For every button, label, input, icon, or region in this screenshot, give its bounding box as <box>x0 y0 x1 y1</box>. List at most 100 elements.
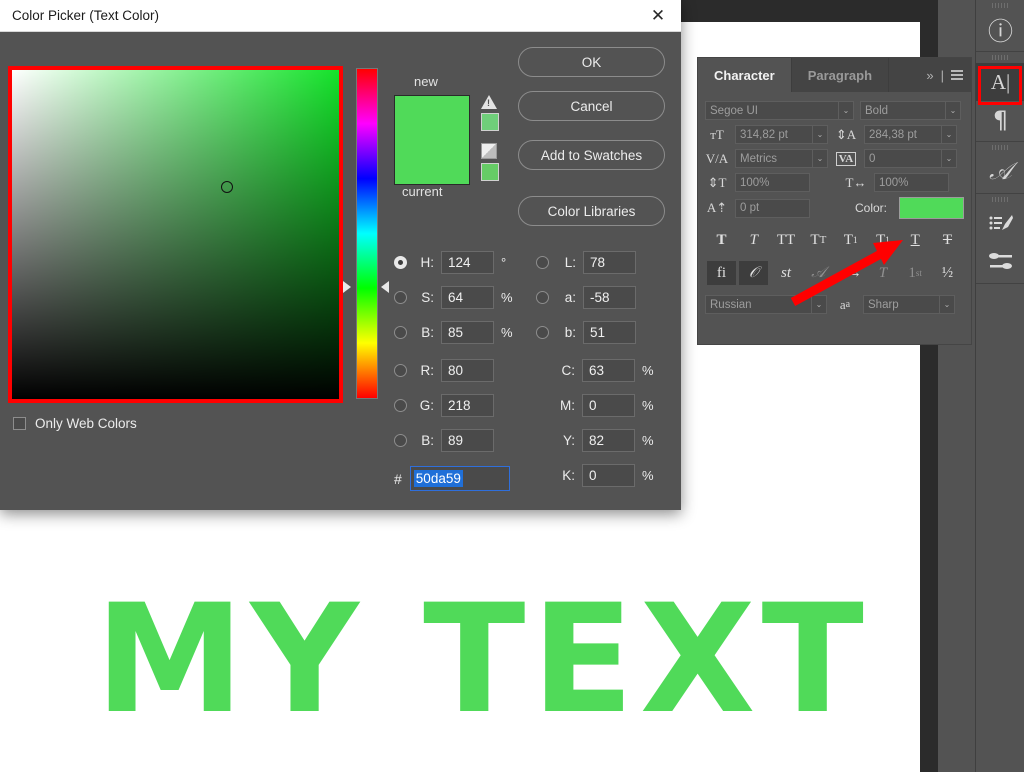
add-to-swatches-button[interactable]: Add to Swatches <box>518 140 665 170</box>
antialias-field[interactable]: Sharp ⌄ <box>863 295 955 314</box>
faux-bold-button[interactable]: T <box>707 228 736 252</box>
font-family-field[interactable]: Segoe UI ⌄ <box>705 101 854 120</box>
brush-presets-icon[interactable] <box>976 243 1024 281</box>
swash-button[interactable]: 𝒜 <box>804 261 833 285</box>
lab-a-radio[interactable] <box>536 291 549 304</box>
collapse-icon[interactable]: » <box>926 68 933 83</box>
font-size-field[interactable]: 314,82 pt ⌄ <box>735 125 828 144</box>
lab-a-input[interactable]: -58 <box>583 286 636 309</box>
green-input[interactable]: 218 <box>441 394 494 417</box>
type-style-row-1: T T TT TT T1 T1 T T <box>707 228 962 252</box>
web-safe-cube-icon[interactable] <box>481 143 497 159</box>
stylistic-alternates-button[interactable]: a→ <box>836 261 865 285</box>
font-style-field[interactable]: Bold ⌄ <box>860 101 961 120</box>
cyan-input[interactable]: 63 <box>582 359 635 382</box>
underline-button[interactable]: T <box>901 228 930 252</box>
color-libraries-button[interactable]: Color Libraries <box>518 196 665 226</box>
paragraph-panel-icon[interactable]: ¶ <box>976 101 1024 139</box>
hue-marker-right[interactable] <box>381 281 389 293</box>
faux-italic-button[interactable]: T <box>739 228 768 252</box>
rail-grip[interactable] <box>976 0 1024 11</box>
rail-grip[interactable] <box>976 142 1024 153</box>
horizontal-scale-icon: T↔ <box>845 174 867 190</box>
lab-b-input[interactable]: 51 <box>583 321 636 344</box>
subscript-button[interactable]: T1 <box>868 228 897 252</box>
chevron-down-icon[interactable]: ⌄ <box>838 102 853 119</box>
cancel-button[interactable]: Cancel <box>518 91 665 121</box>
ordinals-button[interactable]: 1st <box>901 261 930 285</box>
text-color-swatch[interactable] <box>899 197 964 219</box>
saturation-row: S: 64 % <box>394 286 513 309</box>
chevron-down-icon[interactable]: ⌄ <box>811 296 826 313</box>
chevron-down-icon[interactable]: ⌄ <box>812 150 827 167</box>
tab-character[interactable]: Character <box>698 58 792 92</box>
lab-a-row: a: -58 <box>536 286 636 309</box>
blue-radio[interactable] <box>394 434 407 447</box>
glyphs-panel-icon[interactable]: 𝒜 <box>976 153 1024 191</box>
rail-grip[interactable] <box>976 52 1024 63</box>
only-web-colors-checkbox[interactable] <box>13 417 26 430</box>
close-icon[interactable]: ✕ <box>635 0 681 32</box>
saturation-input[interactable]: 64 <box>441 286 494 309</box>
kerning-field[interactable]: Metrics ⌄ <box>735 149 828 168</box>
red-radio[interactable] <box>394 364 407 377</box>
all-caps-button[interactable]: TT <box>772 228 801 252</box>
lightness-input[interactable]: 78 <box>583 251 636 274</box>
web-safe-swatch[interactable] <box>481 163 499 181</box>
font-style-value: Bold <box>865 104 889 117</box>
gamut-safe-swatch[interactable] <box>481 113 499 131</box>
magenta-input[interactable]: 0 <box>582 394 635 417</box>
strikethrough-button[interactable]: T <box>933 228 962 252</box>
saturation-brightness-field[interactable] <box>8 66 343 403</box>
hex-input[interactable]: 50da59 <box>409 466 510 491</box>
titling-alternates-button[interactable]: T <box>868 261 897 285</box>
tab-paragraph[interactable]: Paragraph <box>792 58 890 92</box>
panel-menu-icon[interactable] <box>951 70 963 80</box>
sv-cursor[interactable] <box>221 181 233 193</box>
info-icon[interactable]: ⓘ <box>976 11 1024 49</box>
yellow-input[interactable]: 82 <box>582 429 635 452</box>
new-current-color-swatch[interactable] <box>394 95 470 185</box>
font-size-value: 314,82 pt <box>740 128 788 141</box>
brightness-input[interactable]: 85 <box>441 321 494 344</box>
character-panel-icon[interactable]: A| <box>976 63 1024 101</box>
chevron-down-icon[interactable]: ⌄ <box>941 150 956 167</box>
saturation-radio[interactable] <box>394 291 407 304</box>
small-caps-button[interactable]: TT <box>804 228 833 252</box>
hue-slider[interactable] <box>356 68 378 399</box>
out-of-gamut-warning-icon[interactable] <box>481 95 497 109</box>
fractions-button[interactable]: ½ <box>933 261 962 285</box>
ok-button[interactable]: OK <box>518 47 665 77</box>
baseline-shift-field[interactable]: 0 pt <box>735 198 810 218</box>
superscript-button[interactable]: T1 <box>836 228 865 252</box>
contextual-alternates-button[interactable]: st <box>772 261 801 285</box>
lab-b-row: b: 51 <box>536 321 636 344</box>
lightness-radio[interactable] <box>536 256 549 269</box>
tracking-field[interactable]: 0 ⌄ <box>864 149 957 168</box>
leading-field[interactable]: 284,38 pt ⌄ <box>864 125 957 144</box>
horizontal-scale-field[interactable]: 100% <box>874 173 949 192</box>
chevron-down-icon[interactable]: ⌄ <box>941 126 956 143</box>
hue-radio[interactable] <box>394 256 407 269</box>
canvas-text-layer[interactable]: MY TEXT <box>95 585 870 735</box>
brush-settings-icon[interactable] <box>976 205 1024 243</box>
vertical-scale-field[interactable]: 100% <box>735 173 810 192</box>
black-input[interactable]: 0 <box>582 464 635 487</box>
hue-input[interactable]: 124 <box>441 251 494 274</box>
dialog-title-bar[interactable]: Color Picker (Text Color) ✕ <box>0 0 681 32</box>
standard-ligatures-button[interactable]: fi <box>707 261 736 285</box>
red-input[interactable]: 80 <box>441 359 494 382</box>
chevron-down-icon[interactable]: ⌄ <box>945 102 960 119</box>
green-radio[interactable] <box>394 399 407 412</box>
hue-marker-left[interactable] <box>343 281 351 293</box>
discretionary-ligatures-button[interactable]: 𝒪 <box>739 261 769 285</box>
lab-b-radio[interactable] <box>536 326 549 339</box>
chevron-down-icon[interactable]: ⌄ <box>812 126 827 143</box>
chevron-down-icon[interactable]: ⌄ <box>939 296 954 313</box>
rail-grip[interactable] <box>976 194 1024 205</box>
brightness-radio[interactable] <box>394 326 407 339</box>
black-row: K: 0 % <box>555 464 654 487</box>
language-field[interactable]: Russian ⌄ <box>705 295 827 314</box>
only-web-colors-row[interactable]: Only Web Colors <box>13 416 137 431</box>
blue-input[interactable]: 89 <box>441 429 494 452</box>
